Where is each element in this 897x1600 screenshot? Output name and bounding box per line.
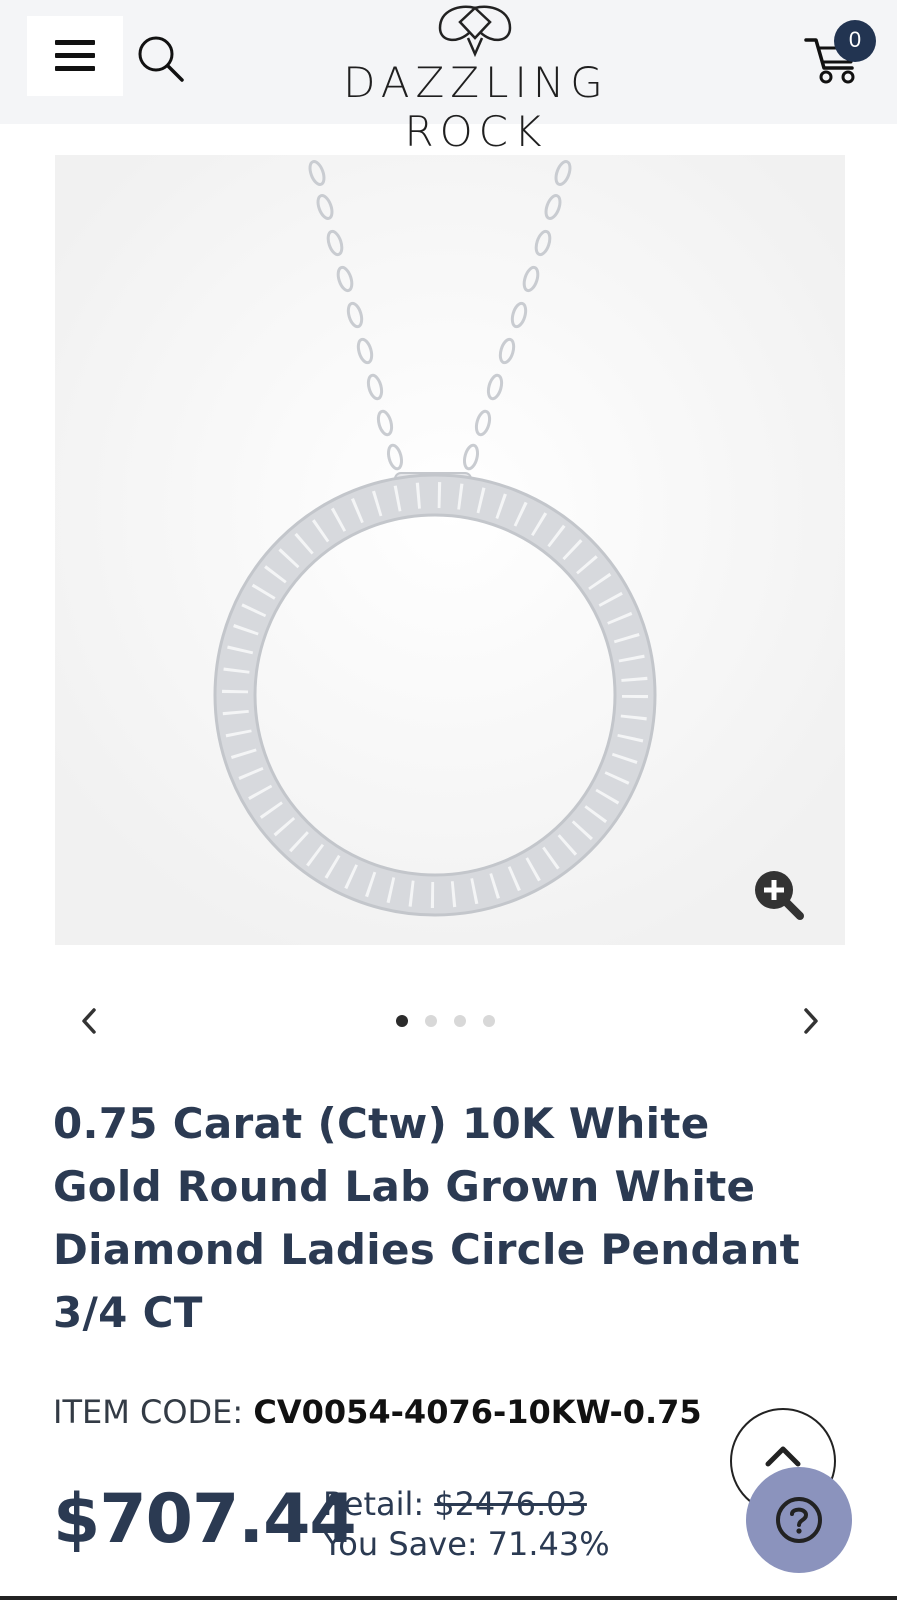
carousel-prev-button[interactable] xyxy=(72,1004,106,1038)
chevron-right-icon xyxy=(804,1008,818,1034)
zoom-button[interactable] xyxy=(752,868,806,922)
help-button[interactable] xyxy=(746,1467,852,1573)
question-mark-icon xyxy=(776,1497,822,1543)
site-header: DAZZLING ROCK 0 xyxy=(0,0,897,156)
carousel-dot[interactable] xyxy=(483,1015,495,1027)
retail-price: $2476.03 xyxy=(434,1485,587,1523)
carousel-dot[interactable] xyxy=(396,1015,408,1027)
brand-logo-mark xyxy=(438,5,512,58)
savings-percent: 71.43% xyxy=(487,1525,610,1563)
pendant-image xyxy=(55,155,845,945)
bottom-divider xyxy=(0,1596,897,1600)
product-image[interactable] xyxy=(55,155,845,945)
carousel-dot[interactable] xyxy=(425,1015,437,1027)
search-icon xyxy=(138,36,184,82)
brand-name: DAZZLING ROCK xyxy=(343,58,609,156)
carousel-dots xyxy=(396,1015,495,1027)
cart-count-badge: 0 xyxy=(834,20,876,62)
retail-row: Retail: $2476.03 xyxy=(323,1484,610,1524)
item-code-label: ITEM CODE: xyxy=(53,1393,244,1431)
zoom-in-icon xyxy=(755,871,804,920)
item-code-value: CV0054-4076-10KW-0.75 xyxy=(253,1393,702,1431)
item-code: ITEM CODE: CV0054-4076-10KW-0.75 xyxy=(53,1393,702,1431)
hamburger-menu-icon xyxy=(55,40,95,71)
carousel-next-button[interactable] xyxy=(794,1004,828,1038)
product-title: 0.75 Carat (Ctw) 10K White Gold Round La… xyxy=(53,1099,801,1337)
savings-label: You Save: xyxy=(323,1525,478,1563)
search-button[interactable] xyxy=(136,34,188,86)
chevron-left-icon xyxy=(82,1008,96,1034)
brand-logo[interactable]: DAZZLING ROCK xyxy=(270,0,682,156)
product-price: $707.44 xyxy=(53,1480,357,1559)
menu-button[interactable] xyxy=(27,16,123,96)
retail-label: Retail: xyxy=(323,1485,425,1523)
savings-row: You Save: 71.43% xyxy=(323,1524,610,1564)
price-details: Retail: $2476.03 You Save: 71.43% xyxy=(323,1484,610,1564)
carousel-dot[interactable] xyxy=(454,1015,466,1027)
